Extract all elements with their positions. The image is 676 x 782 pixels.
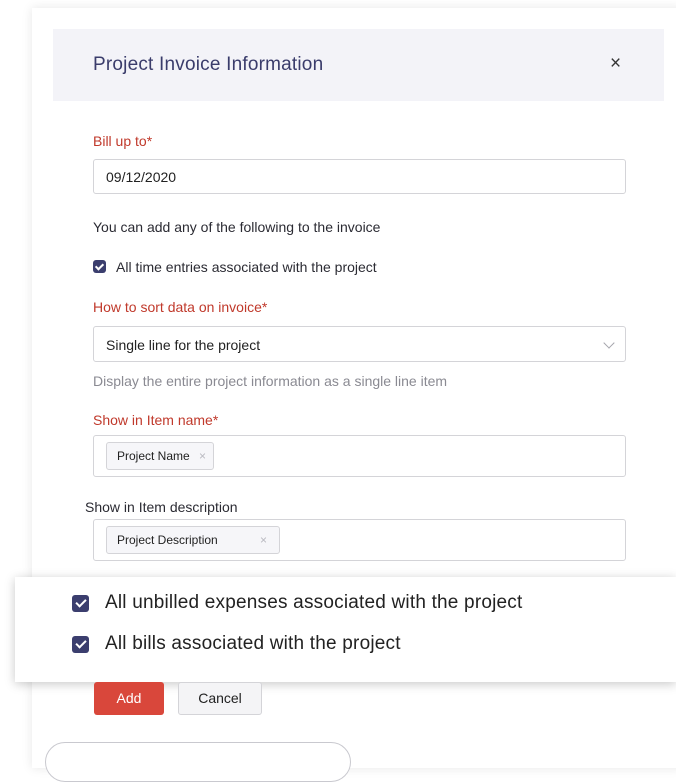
item-description-label: Show in Item description (85, 499, 238, 515)
sort-label: How to sort data on invoice* (93, 299, 268, 315)
bills-checkbox[interactable] (72, 636, 89, 653)
item-name-tag-label: Project Name (117, 449, 190, 463)
bill-up-to-value: 09/12/2020 (106, 169, 177, 185)
item-name-field[interactable]: Project Name × (93, 435, 626, 477)
bill-up-to-input[interactable]: 09/12/2020 (93, 159, 626, 194)
close-icon[interactable]: × (610, 54, 621, 73)
bills-label: All bills associated with the project (105, 633, 401, 654)
remove-tag-icon[interactable]: × (260, 527, 267, 553)
item-description-tag: Project Description × (106, 526, 280, 554)
sort-hint: Display the entire project information a… (93, 373, 448, 389)
cancel-button[interactable]: Cancel (178, 682, 262, 715)
add-button[interactable]: Add (94, 682, 164, 715)
modal-title: Project Invoice Information (93, 54, 324, 75)
partial-bottom-element (45, 742, 351, 782)
zoomed-options-panel: All unbilled expenses associated with th… (15, 577, 676, 682)
remove-tag-icon[interactable]: × (199, 443, 206, 469)
time-entries-label: All time entries associated with the pro… (116, 259, 377, 275)
unbilled-expenses-checkbox[interactable] (72, 595, 89, 612)
item-name-label: Show in Item name* (93, 412, 219, 428)
item-description-tag-label: Project Description (117, 533, 218, 547)
add-intro-text: You can add any of the following to the … (93, 219, 381, 235)
item-name-tag: Project Name × (106, 442, 214, 470)
sort-selected-value: Single line for the project (106, 337, 261, 353)
time-entries-checkbox[interactable] (93, 260, 106, 273)
bill-up-to-label: Bill up to* (93, 133, 153, 149)
sort-select[interactable]: Single line for the project (93, 326, 626, 362)
item-description-field[interactable]: Project Description × (93, 519, 626, 561)
chevron-down-icon (603, 337, 615, 349)
unbilled-expenses-label: All unbilled expenses associated with th… (105, 592, 523, 613)
